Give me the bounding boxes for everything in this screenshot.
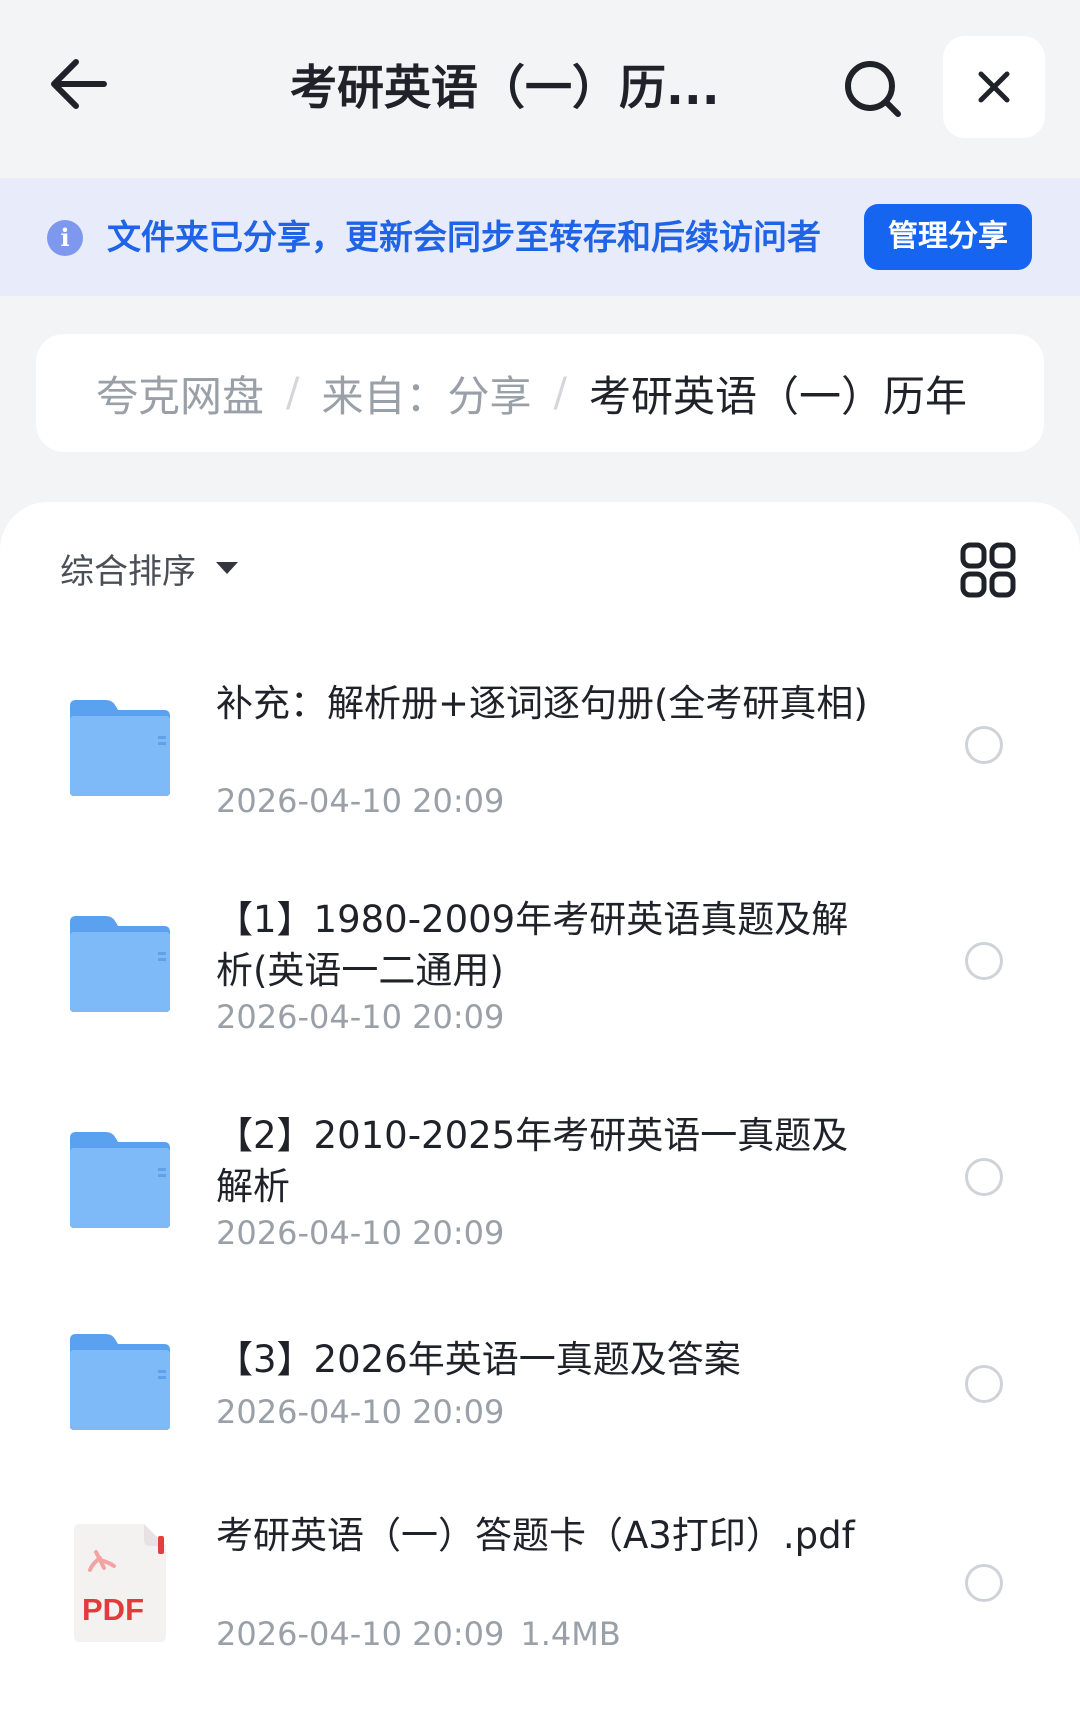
search-button[interactable]	[836, 52, 910, 126]
select-checkbox[interactable]	[965, 1365, 1003, 1403]
sort-label: 综合排序	[60, 551, 196, 592]
file-meta: 2026-04-10 20:09	[216, 1213, 504, 1253]
file-name: 【3】2026年英语一真题及答案	[216, 1338, 741, 1381]
file-row[interactable]: 【3】2026年英语一真题及答案 2026-04-10 20:09	[0, 1312, 1080, 1462]
folder-icon	[70, 916, 170, 1012]
select-checkbox[interactable]	[965, 1564, 1003, 1602]
file-meta: 2026-04-10 20:09	[216, 1392, 504, 1432]
info-icon: i	[47, 220, 83, 256]
file-date: 2026-04-10 20:09	[216, 1393, 505, 1431]
view-toggle-button[interactable]	[960, 542, 1016, 598]
breadcrumb-separator: /	[553, 370, 567, 416]
manage-share-button[interactable]: 管理分享	[864, 204, 1032, 270]
page-title: 考研英语（一）历...	[290, 61, 720, 116]
file-name: 考研英语（一）答题卡（A3打印）.pdf	[216, 1514, 855, 1557]
arrow-left-icon	[51, 59, 107, 109]
file-name: 【2】2010-2025年考研英语一真题及解析	[216, 1114, 849, 1208]
file-meta: 2026-04-10 20:09	[216, 997, 504, 1037]
grid-view-icon	[960, 542, 1016, 598]
file-row[interactable]: 补充：解析册+逐词逐句册(全考研真相) 2026-04-10 20:09	[0, 650, 1080, 840]
file-name: 【1】1980-2009年考研英语真题及解析(英语一二通用)	[216, 898, 849, 992]
close-icon	[978, 71, 1010, 103]
folder-icon	[70, 1132, 170, 1228]
select-checkbox[interactable]	[965, 1158, 1003, 1196]
file-meta: 2026-04-10 20:09	[216, 781, 504, 821]
file-row[interactable]: PDF 考研英语（一）答题卡（A3打印）.pdf 2026-04-10 20:0…	[0, 1510, 1080, 1710]
breadcrumb-separator: /	[286, 370, 300, 416]
file-name: 补充：解析册+逐词逐句册(全考研真相)	[216, 682, 868, 725]
breadcrumb: 夸克网盘 / 来自：分享 / 考研英语（一）历年	[36, 334, 1044, 452]
close-button[interactable]	[943, 36, 1045, 138]
file-meta: 2026-04-10 20:09 1.4MB	[216, 1614, 621, 1654]
file-date: 2026-04-10 20:09	[216, 1214, 505, 1252]
file-row[interactable]: 【2】2010-2025年考研英语一真题及解析 2026-04-10 20:09	[0, 1082, 1080, 1272]
file-size: 1.4MB	[520, 1615, 621, 1653]
breadcrumb-shared[interactable]: 来自：分享	[322, 363, 532, 424]
folder-icon	[70, 700, 170, 796]
share-notice-text: 文件夹已分享，更新会同步至转存和后续访问者	[107, 218, 821, 258]
file-date: 2026-04-10 20:09	[216, 998, 505, 1036]
breadcrumb-root[interactable]: 夸克网盘	[96, 363, 264, 424]
select-checkbox[interactable]	[965, 726, 1003, 764]
file-row[interactable]: 【1】1980-2009年考研英语真题及解析(英语一二通用) 2026-04-1…	[0, 866, 1080, 1056]
file-date: 2026-04-10 20:09	[216, 782, 505, 820]
sort-dropdown[interactable]: 综合排序	[60, 543, 238, 593]
pdf-badge: PDF	[82, 1592, 144, 1627]
back-button[interactable]	[46, 52, 110, 116]
search-icon	[845, 61, 901, 117]
caret-down-icon	[216, 562, 238, 574]
select-checkbox[interactable]	[965, 942, 1003, 980]
pdf-file-icon: PDF	[70, 1522, 170, 1644]
file-date: 2026-04-10 20:09	[216, 1615, 505, 1653]
breadcrumb-current: 考研英语（一）历年	[589, 371, 968, 421]
folder-icon	[70, 1334, 170, 1430]
